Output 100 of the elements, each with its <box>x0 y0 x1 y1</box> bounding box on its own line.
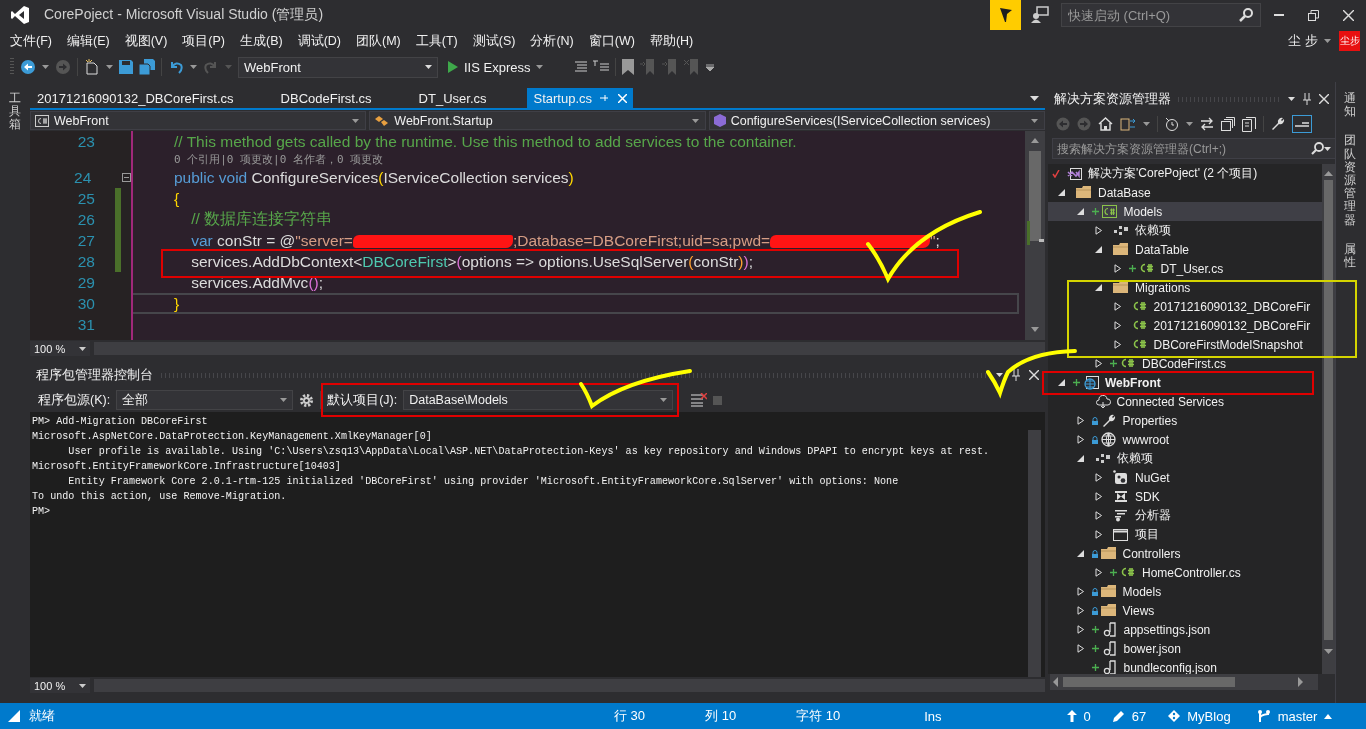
save-icon[interactable] <box>119 60 133 74</box>
expander-icon[interactable] <box>1095 492 1103 501</box>
repository-button[interactable]: MyBlog <box>1168 708 1231 724</box>
expander-icon[interactable] <box>1095 568 1103 577</box>
tree-item[interactable]: DBCoreFirstModelSnapshot <box>1048 335 1322 354</box>
tree-item[interactable]: Views <box>1048 601 1322 620</box>
tree-item[interactable]: WebFront <box>1048 373 1322 392</box>
caret-icon[interactable] <box>425 65 432 69</box>
tree-item[interactable]: 20171216090132_DBCoreFir <box>1048 316 1322 335</box>
scrollbar[interactable] <box>1028 430 1041 677</box>
user-name[interactable]: 尘 步 <box>1288 32 1318 50</box>
expander-icon[interactable] <box>1076 416 1085 425</box>
caret-icon[interactable] <box>79 683 86 688</box>
caret-icon[interactable] <box>190 65 197 69</box>
tree-item[interactable]: DataTable <box>1048 240 1322 259</box>
expander-icon[interactable] <box>1095 511 1103 520</box>
wrench-icon[interactable] <box>1271 117 1285 131</box>
expander-icon[interactable] <box>1095 530 1103 539</box>
history-icon[interactable] <box>1165 117 1179 131</box>
home-icon[interactable] <box>1098 117 1113 131</box>
tree-item[interactable]: Properties <box>1048 411 1322 430</box>
expander-icon[interactable] <box>1076 606 1085 615</box>
menu-item[interactable]: 工具(T) <box>410 30 463 52</box>
side-panel-tab[interactable]: 团队资源管理器 <box>1344 130 1356 231</box>
expander-icon[interactable] <box>1076 549 1085 558</box>
changes-button[interactable]: 67 <box>1112 708 1147 724</box>
navigation-dropdown[interactable]: WebFront <box>30 111 367 130</box>
menu-item[interactable]: 视图(V) <box>119 30 173 52</box>
caret-icon[interactable] <box>106 65 113 69</box>
clear-icon[interactable] <box>691 393 708 407</box>
save-all-icon[interactable] <box>139 59 155 75</box>
toolbox-tab[interactable]: 工具箱 <box>9 88 21 136</box>
tree-item[interactable]: appsettings.json <box>1048 620 1322 639</box>
caret-icon[interactable] <box>691 118 699 123</box>
expander-icon[interactable] <box>1076 587 1085 596</box>
tree-item[interactable]: HomeController.cs <box>1048 563 1322 582</box>
menu-item[interactable]: 调试(D) <box>292 30 346 52</box>
menu-item[interactable]: 文件(F) <box>5 30 57 52</box>
undo-icon[interactable] <box>168 59 184 75</box>
caret-icon[interactable] <box>1143 122 1150 126</box>
tree-item[interactable]: Controllers <box>1048 544 1322 563</box>
default-project-dropdown[interactable]: DataBase\Models <box>403 390 674 410</box>
tree-item[interactable]: Models <box>1048 582 1322 601</box>
expander-icon[interactable] <box>1113 302 1122 311</box>
file-tab[interactable]: DBCodeFirst.cs <box>273 88 412 108</box>
tree-item[interactable]: DT_User.cs <box>1048 259 1322 278</box>
menu-item[interactable]: 项目(P) <box>177 30 230 52</box>
expander-icon[interactable] <box>1095 359 1103 368</box>
expander-icon[interactable] <box>1076 207 1085 216</box>
menu-item[interactable]: 测试(S) <box>467 30 521 52</box>
caret-icon[interactable] <box>352 118 360 123</box>
tab-list-icon[interactable] <box>1030 95 1039 101</box>
tree-item[interactable]: Connected Services <box>1048 392 1322 411</box>
user-avatar[interactable]: 尘步 <box>1339 31 1360 51</box>
collapse-all-icon[interactable] <box>1221 117 1235 131</box>
expander-icon[interactable] <box>1076 625 1085 634</box>
tree-item[interactable]: SDK <box>1048 487 1322 506</box>
file-tab[interactable]: DT_User.cs <box>411 88 527 108</box>
close-icon[interactable] <box>1319 94 1329 104</box>
run-button[interactable]: IIS Express <box>444 57 548 77</box>
expander-icon[interactable] <box>1113 321 1122 330</box>
caret-icon[interactable] <box>1186 122 1193 126</box>
sync-icon[interactable] <box>1120 117 1136 131</box>
expander-icon[interactable] <box>1095 245 1103 254</box>
tree-item[interactable]: 20171216090132_DBCoreFir <box>1048 297 1322 316</box>
expander-icon[interactable] <box>1095 473 1103 482</box>
file-tab[interactable]: 20171216090132_DBCoreFirst.cs <box>30 88 274 108</box>
tree-item[interactable]: bower.json <box>1048 639 1322 658</box>
branch-button[interactable]: master <box>1256 708 1333 724</box>
caret-icon[interactable] <box>79 346 86 351</box>
scrollbar[interactable] <box>1050 674 1318 690</box>
caret-icon[interactable] <box>996 373 1003 377</box>
menu-item[interactable]: 分析(N) <box>525 30 579 52</box>
expander-icon[interactable] <box>1095 226 1103 235</box>
tree-item[interactable]: 解决方案'CorePoject' (2 个项目) <box>1048 164 1322 183</box>
expander-icon[interactable] <box>1058 378 1066 387</box>
tree-item[interactable]: DataBase <box>1048 183 1322 202</box>
caret-icon[interactable] <box>660 398 668 402</box>
expander-icon[interactable] <box>1076 435 1085 444</box>
expander-icon[interactable] <box>1076 454 1085 463</box>
scrollbar[interactable] <box>1025 131 1045 340</box>
preview-toggle[interactable] <box>1292 115 1312 133</box>
tree-item[interactable]: 项目 <box>1048 525 1322 544</box>
expander-icon[interactable] <box>1113 340 1122 349</box>
caret-icon[interactable] <box>280 398 288 402</box>
tree-item[interactable]: wwwroot <box>1048 430 1322 449</box>
menu-item[interactable]: 窗口(W) <box>583 30 640 52</box>
swap-icon[interactable] <box>1200 117 1214 131</box>
feedback-icon[interactable] <box>1031 6 1049 24</box>
navigation-dropdown[interactable]: ConfigureServices(IServiceCollection services) <box>708 111 1045 130</box>
scrollbar[interactable] <box>94 342 1045 355</box>
expander-icon[interactable] <box>1113 264 1122 273</box>
caret-icon[interactable] <box>1031 118 1038 123</box>
tree-item[interactable]: DBCodeFirst.cs <box>1048 354 1322 373</box>
pin-icon[interactable] <box>1302 93 1312 105</box>
tree-item[interactable]: bundleconfig.json <box>1048 658 1322 674</box>
new-item-icon[interactable] <box>84 59 100 75</box>
side-panel-tab[interactable]: 通知 <box>1344 88 1356 123</box>
quick-launch-field[interactable]: 快速启动 (Ctrl+Q) <box>1061 3 1261 27</box>
expander-icon[interactable] <box>1058 188 1066 197</box>
